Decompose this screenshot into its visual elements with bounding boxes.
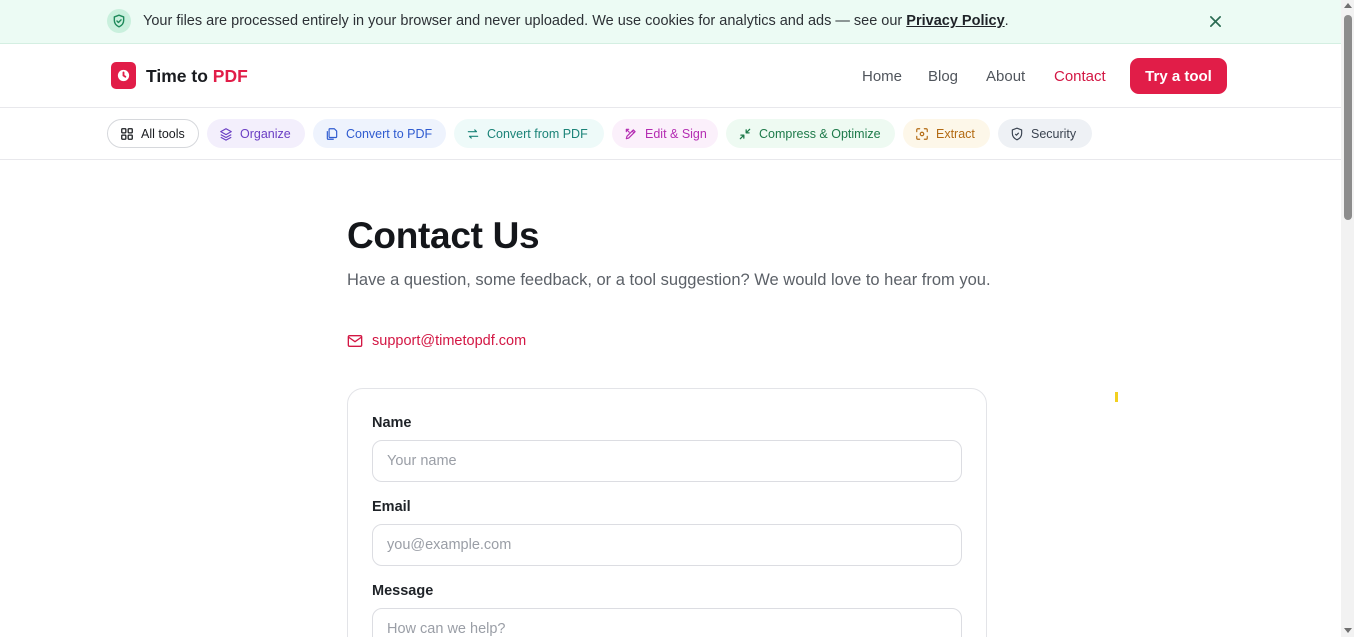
shield-icon (1011, 127, 1023, 140)
email-input[interactable] (372, 524, 962, 566)
page-subtitle: Have a question, some feedback, or a too… (347, 271, 991, 289)
category-compress-optimize[interactable]: Compress & Optimize (726, 119, 895, 148)
category-edit-sign[interactable]: Edit & Sign (612, 119, 718, 148)
category-bar: All tools Organize Convert to PDF Conver… (0, 108, 1341, 160)
category-all-tools[interactable]: All tools (107, 119, 199, 148)
layers-icon (220, 127, 232, 141)
name-input[interactable] (372, 440, 962, 482)
scroll-thumb[interactable] (1344, 15, 1352, 220)
email-label: Email (372, 499, 411, 515)
category-convert-from-pdf[interactable]: Convert from PDF (454, 119, 604, 148)
category-label: Extract (936, 126, 975, 141)
site-logo[interactable]: Time to PDF (146, 66, 248, 87)
support-email-text: support@timetopdf.com (372, 333, 527, 349)
contact-form: Name Email Message (347, 388, 987, 637)
category-security[interactable]: Security (998, 119, 1092, 148)
pen-tool-icon (625, 128, 636, 139)
mail-icon (347, 335, 363, 347)
scroll-up-arrow-icon[interactable] (1344, 3, 1352, 8)
grid-icon (121, 127, 133, 140)
message-label: Message (372, 583, 434, 599)
notice-message: Your files are processed entirely in you… (143, 13, 907, 29)
category-label: Edit & Sign (645, 126, 707, 141)
message-textarea[interactable] (372, 608, 962, 637)
scan-icon (916, 127, 928, 140)
category-label: Convert to PDF (346, 126, 433, 141)
shield-check-icon (107, 9, 131, 33)
logo-accent-text: PDF (212, 66, 248, 86)
nav-home[interactable]: Home (862, 68, 902, 85)
swap-icon (467, 128, 479, 139)
privacy-notice-banner: Your files are processed entirely in you… (0, 0, 1341, 44)
clock-logo-icon[interactable] (111, 62, 136, 89)
category-label: Organize (240, 126, 291, 141)
page-scrollbar[interactable] (1341, 0, 1354, 637)
category-label: Convert from PDF (487, 126, 588, 141)
nav-blog[interactable]: Blog (928, 68, 958, 85)
category-organize[interactable]: Organize (207, 119, 305, 148)
text-cursor-marker (1115, 392, 1118, 402)
logo-main-text: Time to (146, 66, 213, 86)
category-label: Compress & Optimize (759, 126, 881, 141)
category-label: All tools (141, 126, 185, 141)
nav-about[interactable]: About (986, 68, 1025, 85)
category-convert-to-pdf[interactable]: Convert to PDF (313, 119, 446, 148)
shrink-icon (739, 128, 751, 139)
site-header: Time to PDF Home Blog About Contact Try … (0, 44, 1341, 108)
category-label: Security (1031, 126, 1077, 141)
close-icon[interactable] (1206, 12, 1224, 30)
nav-contact[interactable]: Contact (1054, 68, 1106, 85)
category-extract[interactable]: Extract (903, 119, 990, 148)
page-title: Contact Us (347, 215, 540, 256)
scroll-down-arrow-icon[interactable] (1344, 628, 1352, 633)
notice-suffix: . (1004, 13, 1009, 29)
privacy-policy-link[interactable]: Privacy Policy (906, 13, 1004, 29)
notice-text: Your files are processed entirely in you… (143, 13, 1009, 29)
files-icon (326, 127, 338, 140)
name-label: Name (372, 415, 412, 431)
try-a-tool-button[interactable]: Try a tool (1130, 58, 1227, 94)
support-email-link[interactable]: support@timetopdf.com (347, 333, 526, 349)
